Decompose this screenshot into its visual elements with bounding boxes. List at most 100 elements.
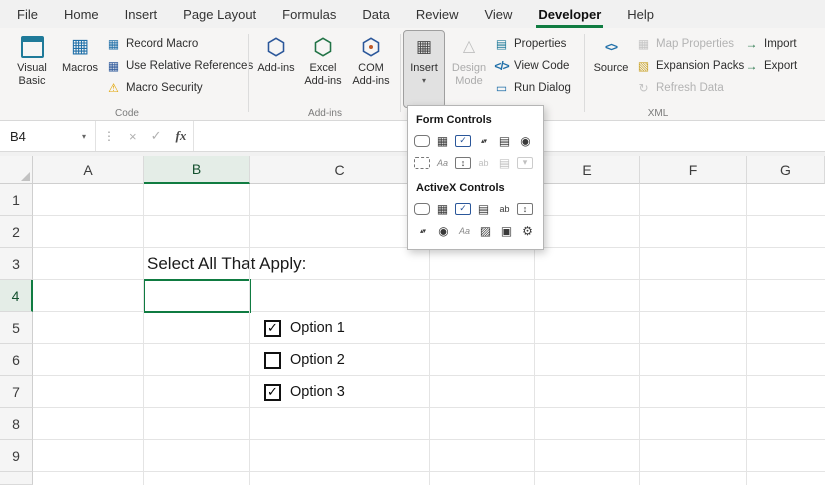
column-header-b[interactable]: B (144, 156, 250, 184)
record-macro-button[interactable]: ▦ Record Macro (106, 33, 198, 54)
export-label: Export (764, 60, 797, 72)
label-icon[interactable]: Aa (455, 222, 474, 239)
row-header-partial[interactable] (0, 472, 33, 485)
gridline (249, 184, 250, 485)
form-controls-row-2: Aa↕ab▤▾ (408, 152, 543, 174)
row-header-4[interactable]: 4 (0, 280, 33, 312)
label-icon[interactable]: Aa (433, 154, 452, 171)
column-header-e[interactable]: E (535, 156, 640, 184)
select-all-corner[interactable] (0, 156, 33, 184)
column-header-g[interactable]: G (747, 156, 825, 184)
formula-bar-handle-icon[interactable]: ⋮ (96, 129, 122, 143)
com-add-ins-button[interactable]: COM Add-ins (348, 31, 394, 107)
import-button[interactable]: → Import (744, 33, 797, 54)
run-dialog-button[interactable]: ▭ Run Dialog (494, 77, 571, 98)
ribbon-tab-page-layout[interactable]: Page Layout (170, 0, 269, 28)
addins-group-label: Add-ins (252, 108, 398, 119)
insert-dropdown-menu: Form Controls ▦✓▴▾▤◉ Aa↕ab▤▾ ActiveX Con… (407, 105, 544, 250)
option-button-icon[interactable]: ◉ (516, 132, 535, 149)
row-header-3[interactable]: 3 (0, 248, 33, 280)
design-mode-label: Design Mode (448, 62, 490, 88)
source-button[interactable]: <> Source (590, 31, 632, 107)
column-header-a[interactable]: A (33, 156, 144, 184)
group-separator (248, 34, 249, 112)
group-box-icon[interactable] (414, 157, 430, 169)
button-control-icon[interactable] (414, 135, 430, 147)
add-ins-label: Add-ins (257, 62, 294, 75)
list-box-icon[interactable]: ▤ (495, 132, 514, 149)
row-header-8[interactable]: 8 (0, 408, 33, 440)
com-add-ins-hexagon-icon (360, 35, 382, 59)
view-code-button[interactable]: </> View Code (494, 55, 569, 76)
export-button[interactable]: → Export (744, 55, 797, 76)
use-relative-references-button[interactable]: ▦ Use Relative References (106, 55, 253, 76)
visual-basic-button[interactable]: Visual Basic (8, 31, 56, 107)
checkbox-checked[interactable]: ✓ (264, 384, 281, 401)
source-label: Source (594, 62, 629, 75)
toggle-button-icon[interactable]: ▣ (497, 222, 516, 239)
scroll-bar-icon[interactable]: ↕ (517, 203, 533, 215)
expansion-packs-button[interactable]: ▧ Expansion Packs (636, 55, 744, 76)
command-button-icon[interactable] (414, 203, 430, 215)
import-label: Import (764, 38, 797, 50)
spin-button-icon[interactable]: ▴▾ (413, 222, 432, 239)
text-box-icon[interactable]: ab (495, 200, 514, 217)
name-box[interactable]: B4 ▾ (0, 121, 96, 151)
macro-security-button[interactable]: ⚠ Macro Security (106, 77, 203, 98)
column-header-f[interactable]: F (640, 156, 747, 184)
ribbon-tab-review[interactable]: Review (403, 0, 472, 28)
combo-list-edit-icon: ▤ (495, 154, 514, 171)
checkbox-unchecked[interactable] (264, 352, 281, 369)
column-header-c[interactable]: C (250, 156, 430, 184)
check-box-icon[interactable]: ✓ (455, 135, 471, 147)
more-controls-icon[interactable]: ⚙ (518, 222, 537, 239)
check-box-icon[interactable]: ✓ (455, 203, 471, 215)
ribbon-tab-formulas[interactable]: Formulas (269, 0, 349, 28)
row-header-5[interactable]: 5 (0, 312, 33, 344)
code-group-label: Code (8, 108, 246, 119)
run-dialog-icon: ▭ (494, 82, 509, 94)
gridline (143, 184, 144, 485)
com-add-ins-label: COM Add-ins (348, 62, 394, 88)
properties-button[interactable]: ▤ Properties (494, 33, 566, 54)
list-box-icon[interactable]: ▤ (474, 200, 493, 217)
row-header-6[interactable]: 6 (0, 344, 33, 376)
macros-icon: ▦ (71, 35, 89, 59)
export-icon: → (744, 60, 759, 72)
relative-references-icon: ▦ (106, 60, 121, 72)
row-header-7[interactable]: 7 (0, 376, 33, 408)
insert-controls-button[interactable]: ▦ Insert ▾ (404, 31, 444, 107)
checkbox-label: Option 2 (290, 352, 345, 368)
text-field-icon: ab (474, 154, 493, 171)
checkbox-checked[interactable]: ✓ (264, 320, 281, 337)
cell-b3-text[interactable]: Select All That Apply: (147, 248, 306, 280)
expansion-packs-icon: ▧ (636, 60, 651, 72)
spin-button-icon[interactable]: ▴▾ (474, 132, 493, 149)
cancel-icon: × (122, 129, 144, 144)
ribbon-tab-help[interactable]: Help (614, 0, 667, 28)
insert-function-button[interactable]: fx (169, 128, 194, 144)
row-header-1[interactable]: 1 (0, 184, 33, 216)
scroll-bar-icon[interactable]: ↕ (455, 157, 471, 169)
option-button-icon[interactable]: ◉ (434, 222, 453, 239)
use-relative-references-label: Use Relative References (126, 60, 253, 72)
row-header-2[interactable]: 2 (0, 216, 33, 248)
combo-box-icon[interactable]: ▦ (433, 200, 452, 217)
import-icon: → (744, 38, 759, 50)
ribbon-tab-insert[interactable]: Insert (112, 0, 171, 28)
macros-button[interactable]: ▦ Macros (58, 31, 102, 107)
ribbon-tab-file[interactable]: File (4, 0, 51, 28)
active-cell-b4[interactable] (143, 279, 251, 313)
view-code-icon: </> (494, 60, 509, 72)
ribbon-tab-home[interactable]: Home (51, 0, 112, 28)
ribbon-tab-developer[interactable]: Developer (525, 0, 614, 28)
excel-add-ins-button[interactable]: Excel Add-ins (300, 31, 346, 107)
insert-label: Insert (410, 62, 438, 75)
excel-add-ins-label: Excel Add-ins (300, 62, 346, 88)
combo-box-icon[interactable]: ▦ (433, 132, 452, 149)
add-ins-button[interactable]: Add-ins (254, 31, 298, 107)
ribbon-tab-view[interactable]: View (471, 0, 525, 28)
row-header-9[interactable]: 9 (0, 440, 33, 472)
image-icon[interactable]: ▨ (476, 222, 495, 239)
ribbon-tab-data[interactable]: Data (349, 0, 402, 28)
